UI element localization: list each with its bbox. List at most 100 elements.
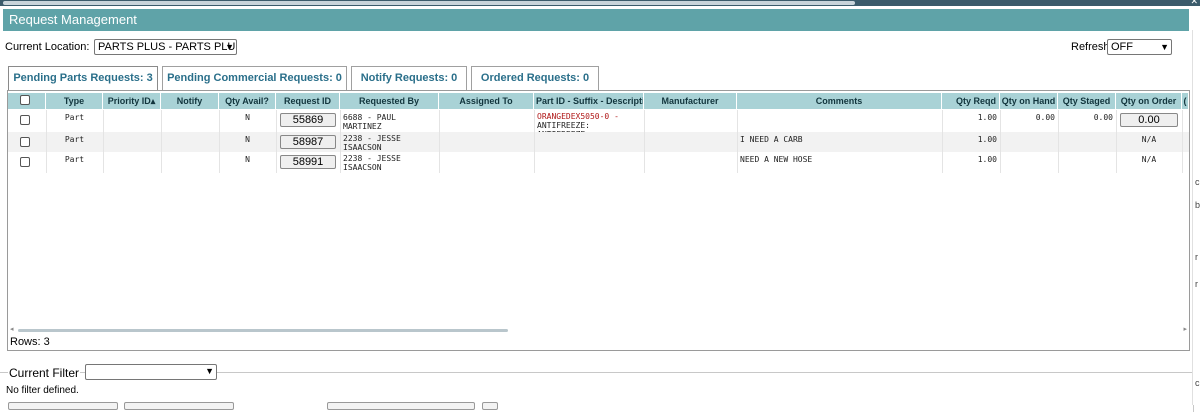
header-qty-reqd[interactable]: Qty Reqd (942, 93, 1000, 109)
edge-char: c (1195, 378, 1200, 388)
header-request-id[interactable]: Request ID (276, 93, 340, 109)
header-notify[interactable]: Notify (161, 93, 219, 109)
close-icon[interactable]: ✕ (1190, 0, 1198, 7)
header-select-all[interactable] (8, 93, 46, 109)
panel-title: Request Management (3, 9, 1189, 31)
chevron-down-icon: ▼ (205, 366, 214, 376)
cell-qty-avail: N (245, 113, 250, 122)
tab-pending-parts[interactable]: Pending Parts Requests: 3 (8, 66, 158, 92)
edge-char: b (1195, 200, 1200, 210)
cell-assigned-to (439, 132, 534, 152)
location-select[interactable]: PARTS PLUS - PARTS PLUS ▼ (94, 39, 237, 55)
cell-priority (103, 132, 161, 152)
filter-legend: Current Filter (8, 366, 81, 380)
chevron-down-icon: ▼ (225, 42, 234, 52)
cell-type: Part (64, 135, 85, 144)
table-row[interactable]: Part N 58991 2238 - JESSE ISAACSON NEED … (8, 152, 1189, 173)
header-type[interactable]: Type (46, 93, 103, 109)
adjacent-panel-edge (1192, 30, 1200, 405)
cell-qty-staged (1058, 132, 1116, 152)
request-id-button[interactable]: 58987 (280, 135, 336, 149)
row-checkbox[interactable] (20, 137, 30, 147)
qty-on-order-input[interactable]: 0.00 (1120, 113, 1178, 127)
cell-assigned-to (439, 152, 534, 173)
edge-char: r (1195, 279, 1198, 289)
cell-qty-avail: N (245, 135, 250, 144)
cell-part-id (534, 132, 644, 152)
refresh-select[interactable]: OFF ▼ (1107, 39, 1172, 55)
grid-header: Type Priority ID▴ Notify Qty Avail? Requ… (8, 93, 1189, 109)
filter-action-button[interactable] (124, 402, 234, 410)
scroll-left-icon[interactable]: ◂ (10, 325, 14, 333)
cell-qty-on-order: N/A (1141, 135, 1157, 144)
table-row[interactable]: Part N 58987 2238 - JESSE ISAACSON I NEE… (8, 132, 1189, 152)
row-count: Rows: 3 (10, 336, 50, 348)
cell-priority (103, 110, 161, 132)
cell-qty-on-order: N/A (1141, 155, 1157, 164)
header-assigned-to[interactable]: Assigned To (439, 93, 534, 109)
cell-manufacturer (644, 110, 737, 132)
cell-comments: I NEED A CARB (740, 135, 803, 144)
row-checkbox[interactable] (20, 115, 30, 125)
cell-requested-by: 6688 - PAUL MARTINEZ (343, 113, 396, 131)
header-comments[interactable]: Comments (737, 93, 942, 109)
cell-qty-on-hand (1000, 152, 1058, 173)
request-id-button[interactable]: 58991 (280, 155, 336, 169)
cell-priority (103, 152, 161, 173)
refresh-value: OFF (1111, 41, 1133, 53)
cell-requested-by: 2238 - JESSE ISAACSON (343, 134, 401, 152)
header-qty-on-hand[interactable]: Qty on Hand (1000, 93, 1058, 109)
header-qty-avail[interactable]: Qty Avail? (219, 93, 276, 109)
cell-qty-staged (1058, 152, 1116, 173)
cell-comments: NEED A NEW HOSE (740, 155, 813, 164)
header-requested-by[interactable]: Requested By (340, 93, 439, 109)
edge-char: r (1195, 252, 1198, 262)
location-value: PARTS PLUS - PARTS PLUS (98, 41, 237, 53)
cell-assigned-to (439, 110, 534, 132)
cell-requested-by: 2238 - JESSE ISAACSON (343, 154, 401, 172)
part-id-link[interactable]: ORANGEDEX5050-0 - (537, 112, 641, 121)
cell-qty-on-hand: 0.00 (1035, 113, 1055, 122)
cell-part-id (534, 152, 644, 173)
cell-notify (161, 110, 219, 132)
cell-comments (737, 110, 942, 132)
cell-qty-reqd: 1.00 (977, 155, 997, 164)
cell-qty-staged: 0.00 (1093, 113, 1113, 122)
grid-horizontal-scrollbar[interactable]: ◂ ▸ (10, 325, 1187, 333)
filter-go-button[interactable] (482, 402, 498, 410)
cell-part-id: ORANGEDEX5050-0 - ANTIFREEZE: ANTIFREEZE (534, 110, 644, 132)
edge-char: c (1195, 177, 1200, 187)
request-id-button[interactable]: 55869 (280, 113, 336, 127)
requests-grid: Type Priority ID▴ Notify Qty Avail? Requ… (7, 90, 1190, 351)
header-manufacturer[interactable]: Manufacturer (644, 93, 737, 109)
header-qty-staged[interactable]: Qty Staged (1058, 93, 1116, 109)
tab-notify[interactable]: Notify Requests: 0 (351, 66, 467, 91)
header-more[interactable]: ( (1182, 93, 1189, 109)
cell-notify (161, 132, 219, 152)
tab-ordered[interactable]: Ordered Requests: 0 (471, 66, 599, 91)
cell-type: Part (64, 155, 85, 164)
scroll-right-icon[interactable]: ▸ (1183, 325, 1187, 333)
part-description: ANTIFREEZE: ANTIFREEZE (537, 121, 590, 132)
table-row[interactable]: Part N 55869 6688 - PAUL MARTINEZ ORANGE… (8, 110, 1189, 132)
cell-type: Part (64, 113, 85, 122)
chevron-down-icon: ▼ (1160, 42, 1169, 52)
filter-status: No filter defined. (6, 385, 79, 396)
cell-manufacturer (644, 132, 737, 152)
window-scrollbar-thumb[interactable] (3, 1, 855, 5)
cell-manufacturer (644, 152, 737, 173)
filter-input[interactable] (327, 402, 475, 410)
checkbox-icon[interactable] (20, 95, 30, 105)
location-label: Current Location: (5, 41, 90, 53)
header-priority-id[interactable]: Priority ID▴ (103, 93, 161, 109)
header-part-id[interactable]: Part ID - Suffix - Description (534, 93, 644, 109)
grid-scrollbar-thumb[interactable] (18, 329, 508, 332)
tab-pending-commercial[interactable]: Pending Commercial Requests: 0 (162, 66, 347, 91)
cell-qty-reqd: 1.00 (977, 135, 997, 144)
row-checkbox[interactable] (20, 157, 30, 167)
cell-qty-reqd: 1.00 (977, 113, 997, 122)
header-qty-on-order[interactable]: Qty on Order (1116, 93, 1182, 109)
filter-action-button[interactable] (8, 402, 118, 410)
window-scrollbar[interactable]: ✕ (0, 0, 1200, 6)
filter-select[interactable]: ▼ (85, 364, 217, 380)
